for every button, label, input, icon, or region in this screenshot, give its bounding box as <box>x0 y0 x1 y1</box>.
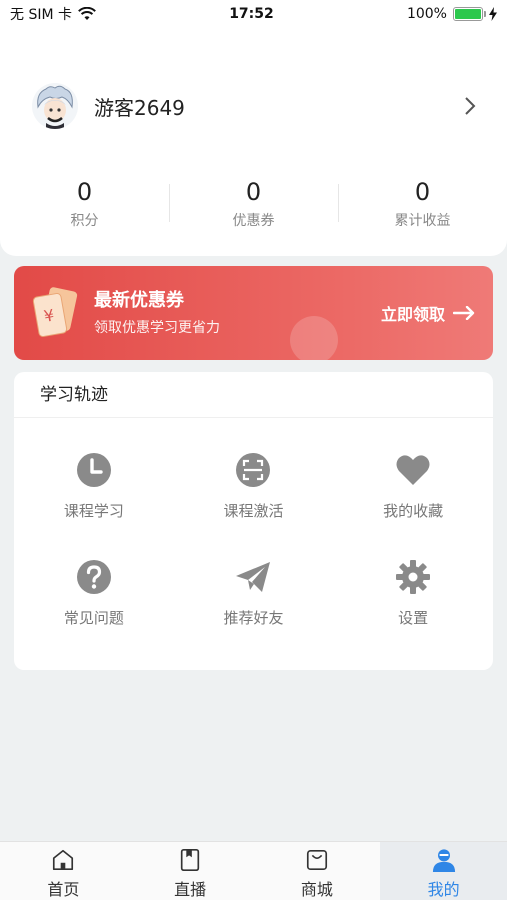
grid-label: 课程学习 <box>63 502 124 520</box>
tab-live[interactable]: 直播 <box>127 842 254 900</box>
tab-label: 首页 <box>47 880 80 899</box>
paper-plane-icon <box>236 562 271 592</box>
tab-home[interactable]: 首页 <box>0 842 127 900</box>
coupon-title: 最新优惠券 <box>94 290 184 311</box>
arrow-right-icon <box>453 306 475 320</box>
stat-earnings[interactable]: 0 累计收益 <box>338 176 507 236</box>
question-icon <box>76 560 111 594</box>
grid-item-refer-friend[interactable]: 推荐好友 <box>174 559 334 628</box>
stat-label: 积分 <box>70 213 99 229</box>
avatar-cartoon-icon <box>32 83 78 129</box>
grid-item-favorites[interactable]: 我的收藏 <box>333 452 493 521</box>
grid-label: 我的收藏 <box>383 502 444 520</box>
status-left: 无 SIM 卡 <box>10 4 96 24</box>
battery-icon <box>452 7 486 21</box>
scan-icon <box>236 453 271 487</box>
stat-value: 0 <box>245 178 262 206</box>
username: 游客2649 <box>94 95 185 120</box>
coupon-subtitle: 领取优惠学习更省力 <box>94 320 220 336</box>
grid-label: 课程激活 <box>223 502 284 520</box>
shopping-bag-icon <box>306 849 327 871</box>
live-book-icon <box>180 849 200 871</box>
learning-card: 学习轨迹 课程学习 课程激活 我的收藏 常见问题 推荐好友 设置 <box>14 372 493 670</box>
status-time: 17:52 <box>229 6 274 22</box>
claim-coupon-button[interactable]: 立即领取 <box>381 301 475 325</box>
status-bar: 无 SIM 卡 17:52 100% <box>0 0 507 28</box>
coupon-banner[interactable]: ¥ 最新优惠券 领取优惠学习更省力 立即领取 <box>14 266 493 360</box>
clock-icon <box>76 453 111 487</box>
coupon-text: 最新优惠券 领取优惠学习更省力 <box>94 289 381 337</box>
tab-label: 商城 <box>300 880 333 899</box>
tab-mall[interactable]: 商城 <box>254 842 381 900</box>
heart-icon <box>396 455 430 485</box>
grid-item-settings[interactable]: 设置 <box>333 559 493 628</box>
profile-row[interactable]: 游客2649 <box>32 78 477 134</box>
avatar[interactable] <box>32 83 78 129</box>
charging-bolt-icon <box>488 7 497 21</box>
chevron-right-icon[interactable] <box>463 96 477 116</box>
tab-label: 我的 <box>427 880 460 899</box>
claim-coupon-label: 立即领取 <box>380 305 445 324</box>
grid-item-faq[interactable]: 常见问题 <box>14 559 174 628</box>
gear-icon <box>396 560 431 594</box>
home-icon <box>53 849 74 871</box>
grid-label: 设置 <box>398 609 429 627</box>
grid-item-course-study[interactable]: 课程学习 <box>14 452 174 521</box>
stats-row: 0 积分 0 优惠券 0 累计收益 <box>0 176 507 236</box>
feature-grid: 课程学习 课程激活 我的收藏 常见问题 推荐好友 设置 <box>14 452 493 628</box>
stat-label: 累计收益 <box>394 213 451 229</box>
battery-percent: 100% <box>406 6 447 22</box>
user-icon <box>432 849 455 872</box>
section-title: 学习轨迹 <box>14 372 493 418</box>
bottom-tab-bar: 首页 直播 商城 我的 <box>0 841 507 900</box>
battery-fill <box>454 9 481 19</box>
stat-coupons[interactable]: 0 优惠券 <box>169 176 338 236</box>
stat-points[interactable]: 0 积分 <box>0 176 169 236</box>
stat-value: 0 <box>414 178 431 206</box>
stat-value: 0 <box>76 178 93 206</box>
tab-mine[interactable]: 我的 <box>380 842 507 900</box>
grid-label: 推荐好友 <box>223 609 284 627</box>
status-right: 100% <box>407 6 497 22</box>
tab-label: 直播 <box>174 880 207 899</box>
coupon-ticket-icon: ¥ <box>32 287 78 337</box>
grid-label: 常见问题 <box>63 609 124 627</box>
wifi-icon <box>78 7 96 20</box>
stat-label: 优惠券 <box>232 213 275 229</box>
carrier-label: 无 SIM 卡 <box>10 7 72 23</box>
profile-card: 游客2649 0 积分 0 优惠券 0 累计收益 <box>0 28 507 256</box>
grid-item-course-activation[interactable]: 课程激活 <box>174 452 334 521</box>
